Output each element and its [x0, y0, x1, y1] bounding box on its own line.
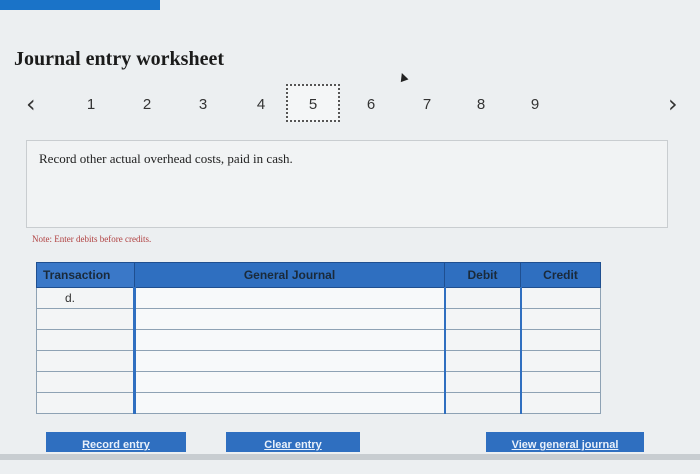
step-4[interactable]: 4	[250, 96, 272, 113]
step-7[interactable]: 7	[416, 96, 438, 113]
account-select[interactable]	[133, 308, 445, 330]
journal-entry-table: Transaction General Journal Debit Credit…	[36, 262, 601, 414]
debit-input[interactable]	[443, 308, 521, 330]
debit-input[interactable]	[443, 350, 521, 372]
account-select[interactable]	[133, 392, 445, 414]
account-select[interactable]	[133, 371, 445, 393]
step-pager: ‹ 1 2 3 4 5 6 7 8 9 ›	[0, 84, 700, 126]
step-3[interactable]: 3	[192, 96, 214, 113]
header-credit: Credit	[520, 262, 601, 288]
debit-input[interactable]	[443, 392, 521, 414]
table-row	[36, 392, 601, 414]
credit-input[interactable]	[519, 371, 601, 393]
instruction-box: Record other actual overhead costs, paid…	[26, 140, 668, 228]
record-entry-button[interactable]: Record entry	[46, 432, 186, 452]
step-1[interactable]: 1	[80, 96, 102, 113]
view-general-journal-button[interactable]: View general journal	[486, 432, 644, 452]
header-debit: Debit	[444, 262, 521, 288]
step-5-active[interactable]: 5	[286, 84, 340, 122]
transaction-cell	[36, 350, 135, 372]
transaction-cell	[36, 308, 135, 330]
step-9[interactable]: 9	[524, 96, 546, 113]
account-select[interactable]	[133, 350, 445, 372]
debit-input[interactable]	[443, 329, 521, 351]
debit-credit-note: Note: Enter debits before credits.	[32, 234, 152, 244]
transaction-cell: d.	[36, 287, 135, 309]
instruction-text: Record other actual overhead costs, paid…	[39, 151, 293, 166]
horizontal-scrollbar[interactable]	[0, 454, 700, 460]
header-general-journal: General Journal	[134, 262, 445, 288]
debit-input[interactable]	[443, 371, 521, 393]
credit-input[interactable]	[519, 308, 601, 330]
header-transaction: Transaction	[36, 262, 135, 288]
credit-input[interactable]	[519, 329, 601, 351]
table-row	[36, 329, 601, 351]
table-row	[36, 350, 601, 372]
table-row	[36, 371, 601, 393]
previous-step-icon[interactable]: ‹	[26, 92, 36, 116]
credit-input[interactable]	[519, 287, 601, 309]
mouse-cursor-icon: ▲	[393, 66, 413, 86]
account-select[interactable]	[133, 329, 445, 351]
credit-input[interactable]	[519, 392, 601, 414]
debit-input[interactable]	[443, 287, 521, 309]
transaction-cell	[36, 371, 135, 393]
step-8[interactable]: 8	[470, 96, 492, 113]
transaction-cell	[36, 329, 135, 351]
clear-entry-button[interactable]: Clear entry	[226, 432, 360, 452]
transaction-cell	[36, 392, 135, 414]
table-row: d.	[36, 287, 601, 309]
next-step-icon[interactable]: ›	[668, 92, 678, 116]
account-select[interactable]	[133, 287, 445, 309]
page-title: Journal entry worksheet	[14, 48, 224, 70]
table-row	[36, 308, 601, 330]
top-blue-bar	[0, 0, 160, 10]
step-2[interactable]: 2	[136, 96, 158, 113]
step-6[interactable]: 6	[360, 96, 382, 113]
credit-input[interactable]	[519, 350, 601, 372]
